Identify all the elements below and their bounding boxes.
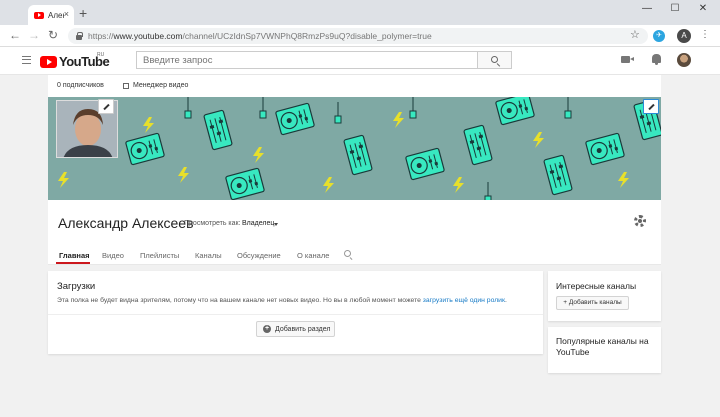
featured-channels-title: Интересные каналы	[556, 281, 637, 291]
gear-icon[interactable]	[634, 215, 646, 227]
video-manager-icon	[123, 82, 129, 89]
lock-icon	[76, 31, 83, 40]
browser-tab[interactable]: Алек ×	[28, 5, 74, 25]
reload-icon[interactable]: ↻	[46, 28, 60, 42]
add-section-button[interactable]: + Добавить раздел	[256, 321, 335, 337]
notifications-bell-icon[interactable]	[652, 54, 661, 65]
tab-videos[interactable]: Видео	[102, 251, 124, 260]
maximize-icon[interactable]: ☐	[665, 3, 685, 14]
divider	[48, 314, 543, 315]
chevron-down-icon[interactable]	[274, 223, 278, 226]
tab-close-icon[interactable]: ×	[64, 9, 69, 19]
browser-toolbar: ← → ↻ https://www.youtube.com/channel/UC…	[0, 25, 720, 47]
view-as-dropdown[interactable]: Владелец	[242, 220, 274, 227]
back-icon[interactable]: ←	[8, 28, 22, 42]
plus-circle-icon: +	[263, 325, 271, 333]
channel-search-icon[interactable]	[344, 250, 351, 257]
browser-tabstrip: Алек × + — ☐ ✕	[0, 0, 720, 25]
featured-channels-card: Интересные каналы + Добавить каналы	[548, 271, 661, 321]
upload-video-link[interactable]: загрузить ещё один ролик	[423, 297, 505, 304]
edit-banner-button[interactable]	[643, 99, 659, 114]
channel-title[interactable]: Александр Алексеев	[58, 215, 194, 231]
browser-menu-icon[interactable]: ⋮	[700, 29, 710, 40]
popular-channels-card: Популярные каналы на YouTube	[548, 327, 661, 373]
video-manager-label: Менеджер видео	[133, 82, 189, 89]
channel-header: Александр Алексеев Просмотреть как: Влад…	[48, 200, 661, 265]
uploads-title: Загрузки	[57, 281, 96, 292]
video-manager-link[interactable]: Менеджер видео	[123, 82, 188, 89]
view-as-label: Просмотреть как:	[184, 220, 241, 227]
search-input[interactable]	[136, 51, 478, 69]
window-close-icon[interactable]: ✕	[693, 3, 713, 14]
uploads-description: Эта полка не будет видна зрителям, потом…	[57, 297, 507, 304]
banner-pattern	[58, 97, 661, 200]
tab-channels[interactable]: Каналы	[195, 251, 222, 260]
bookmark-star-icon[interactable]: ☆	[630, 28, 640, 41]
new-tab-button[interactable]: +	[79, 6, 87, 20]
tab-home[interactable]: Главная	[59, 251, 90, 260]
add-channels-button[interactable]: + Добавить каналы	[556, 296, 629, 310]
url-text: https://www.youtube.com/channel/UCzIdnSp…	[88, 31, 432, 41]
upload-video-icon[interactable]	[621, 56, 634, 63]
tab-about[interactable]: О канале	[297, 251, 329, 260]
address-bar[interactable]: https://www.youtube.com/channel/UCzIdnSp…	[68, 28, 648, 44]
tab-discussion[interactable]: Обсуждение	[237, 251, 281, 260]
search-button[interactable]	[478, 51, 512, 69]
active-tab-indicator	[56, 262, 90, 264]
pencil-icon	[103, 103, 110, 111]
add-section-label: Добавить раздел	[275, 325, 331, 333]
channel-banner	[48, 97, 661, 200]
tab-title: Алек	[48, 10, 64, 20]
guide-menu-icon[interactable]	[22, 56, 31, 64]
uploads-shelf: Загрузки Эта полка не будет видна зрител…	[48, 271, 543, 354]
pencil-icon	[648, 103, 655, 111]
user-avatar[interactable]	[677, 53, 691, 67]
youtube-favicon-icon	[34, 11, 44, 19]
logo-region: RU	[97, 52, 105, 58]
subscriber-count: 0 подписчиков	[57, 82, 104, 89]
tab-playlists[interactable]: Плейлисты	[140, 251, 179, 260]
youtube-play-icon	[40, 55, 57, 68]
minimize-icon[interactable]: —	[637, 3, 657, 14]
channel-top-bar: 0 подписчиков Менеджер видео	[48, 75, 661, 97]
edit-avatar-button[interactable]	[98, 99, 114, 114]
telegram-extension-icon[interactable]: ✈	[653, 30, 665, 42]
search-icon	[491, 56, 498, 63]
forward-icon[interactable]: →	[27, 28, 41, 42]
browser-profile-avatar[interactable]: A	[677, 29, 691, 43]
popular-channels-title: Популярные каналы на YouTube	[556, 336, 649, 357]
